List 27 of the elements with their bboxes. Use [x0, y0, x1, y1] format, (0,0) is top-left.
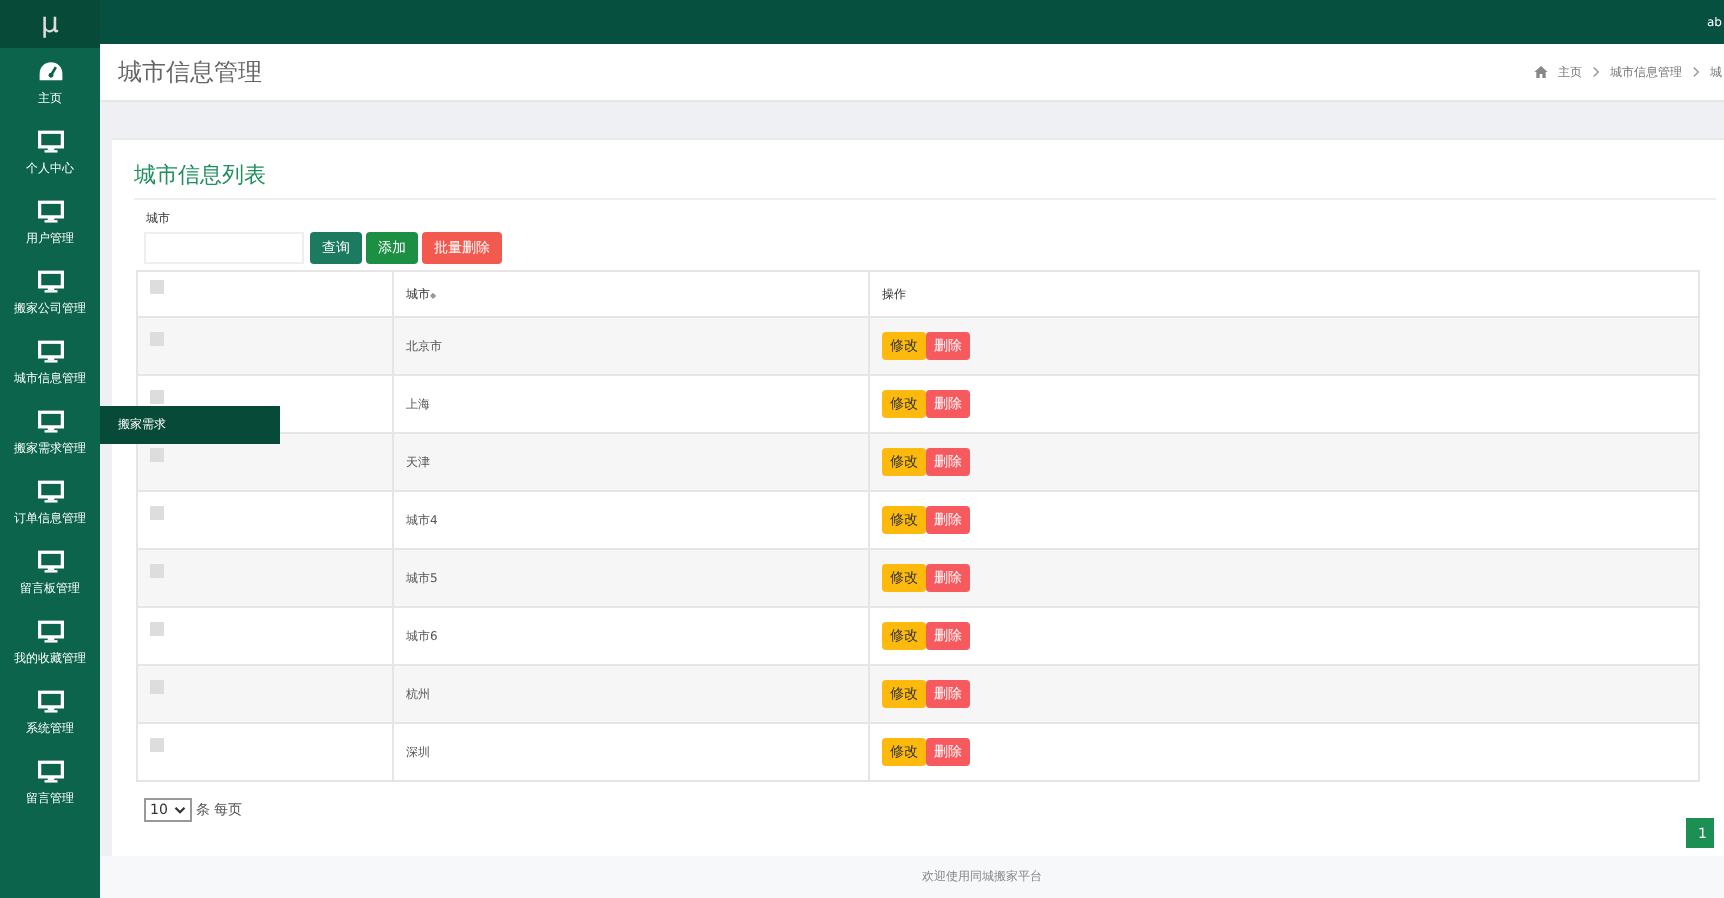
monitor-icon	[37, 129, 63, 153]
chevron-icon	[1592, 66, 1600, 78]
checkbox[interactable]	[150, 389, 164, 403]
monitor-icon	[37, 689, 63, 713]
checkbox[interactable]	[150, 679, 164, 693]
checkbox[interactable]	[150, 447, 164, 461]
monitor-icon	[37, 199, 63, 223]
checkbox[interactable]	[150, 563, 164, 577]
card-title: 城市信息列表	[134, 156, 1716, 200]
monitor-icon	[37, 409, 63, 433]
monitor-icon	[37, 759, 63, 783]
checkbox[interactable]	[150, 279, 164, 293]
dashboard-icon	[37, 59, 63, 83]
checkbox[interactable]	[150, 737, 164, 751]
monitor-icon	[37, 339, 63, 363]
monitor-icon	[37, 619, 63, 643]
monitor-icon	[37, 479, 63, 503]
caret-icon	[173, 806, 186, 814]
checkbox[interactable]	[150, 331, 164, 345]
logo: μ	[0, 0, 100, 48]
home-icon	[1534, 66, 1548, 78]
checkbox[interactable]	[150, 505, 164, 519]
monitor-icon	[37, 549, 63, 573]
page-title: 城市信息管理	[118, 55, 262, 89]
chevron-icon	[1692, 66, 1700, 78]
monitor-icon	[37, 269, 63, 293]
checkbox[interactable]	[150, 621, 164, 635]
